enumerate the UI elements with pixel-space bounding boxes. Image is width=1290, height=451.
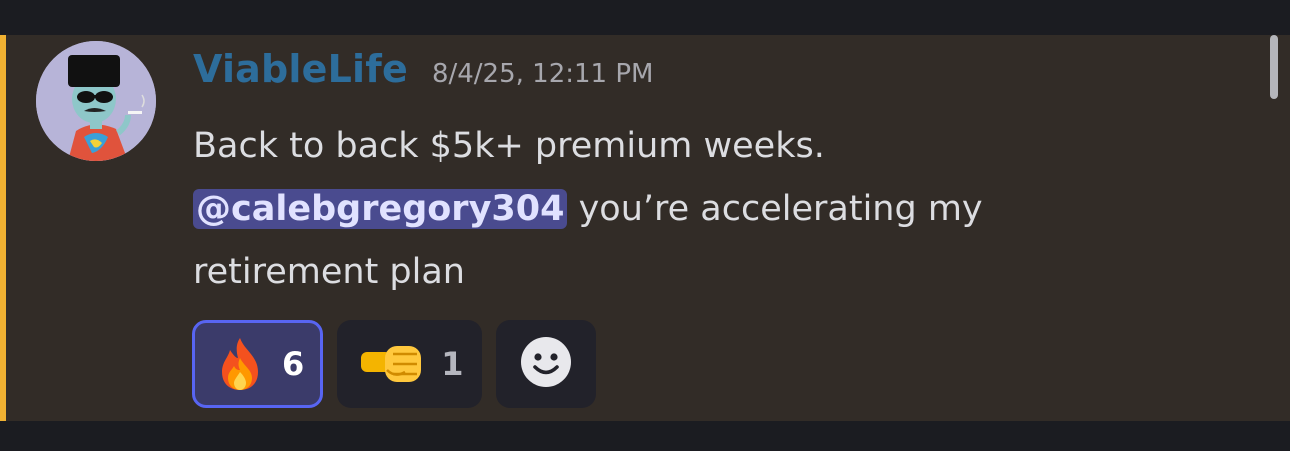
timestamp[interactable]: 8/4/25, 12:11 PM: [432, 59, 654, 89]
add-reaction-button[interactable]: [495, 320, 596, 408]
chat-message[interactable]: ViableLife 8/4/25, 12:11 PM Back to back…: [0, 35, 1290, 421]
message-header: ViableLife 8/4/25, 12:11 PM: [193, 47, 653, 105]
reaction-fire[interactable]: 6: [192, 320, 324, 408]
top-strip: [0, 0, 1290, 35]
message-line-2-text: you’re accelerating my: [567, 189, 983, 229]
reaction-count: 1: [441, 345, 464, 383]
message-line-2: @calebgregory304 you’re accelerating my: [193, 178, 1233, 241]
bottom-strip: [0, 421, 1290, 451]
message-line-1: Back to back $5k+ premium weeks.: [193, 126, 825, 166]
left-facing-fist-emoji-icon: [359, 342, 425, 386]
message-content: Back to back $5k+ premium weeks. @calebg…: [193, 115, 1233, 304]
message-line-3: retirement plan: [193, 252, 465, 292]
reaction-count: 6: [282, 345, 305, 383]
user-mention[interactable]: @calebgregory304: [193, 189, 568, 229]
smiley-icon: [520, 336, 572, 392]
reaction-fist[interactable]: 1: [337, 320, 482, 408]
scrollbar-thumb[interactable]: [1270, 35, 1278, 99]
username[interactable]: ViableLife: [193, 47, 408, 91]
mention-highlight-bar: [0, 35, 6, 421]
avatar-image: [36, 41, 156, 161]
fire-emoji-icon: [214, 336, 266, 392]
avatar[interactable]: [36, 41, 156, 161]
reactions-bar: 6 1: [192, 320, 596, 408]
